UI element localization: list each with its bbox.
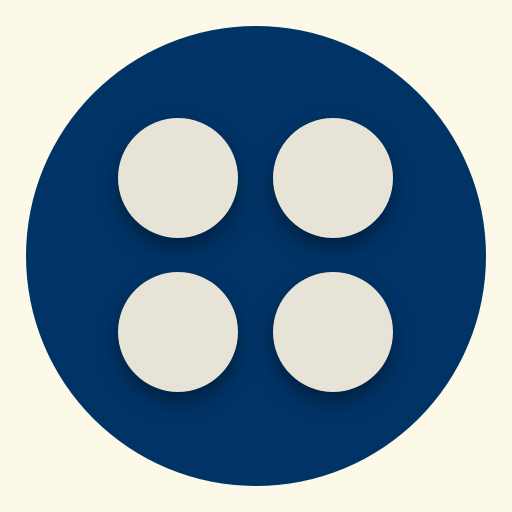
- dot-bottom-right: [273, 272, 393, 392]
- dot-bottom-left: [118, 272, 238, 392]
- icon-canvas: [0, 0, 512, 512]
- dot-top-right: [273, 118, 393, 238]
- four-dots-grid-icon[interactable]: [26, 26, 486, 486]
- dot-top-left: [118, 118, 238, 238]
